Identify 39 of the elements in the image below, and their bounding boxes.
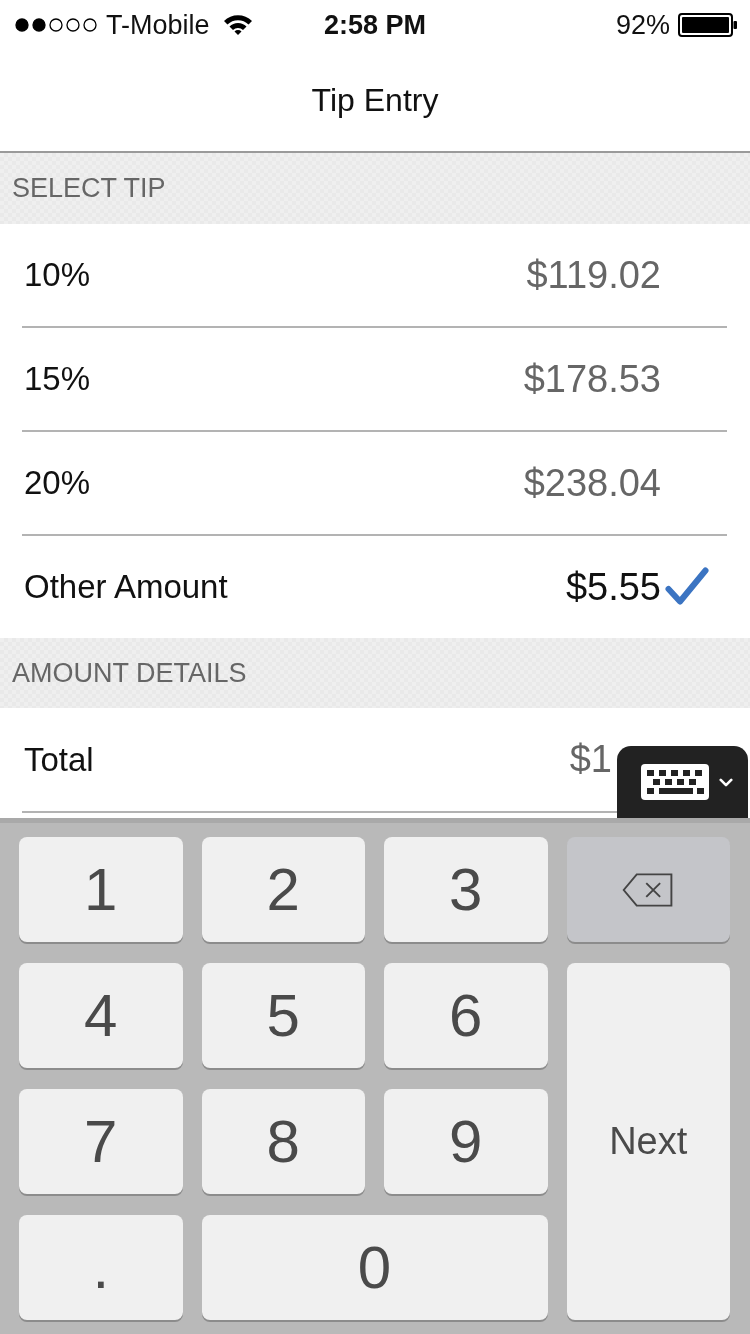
screen-title: Tip Entry bbox=[311, 82, 439, 119]
next-key[interactable]: Next bbox=[566, 963, 730, 1320]
digit-key[interactable]: 3 bbox=[384, 837, 548, 942]
option-label: Other Amount bbox=[24, 568, 229, 606]
digit-key[interactable]: 6 bbox=[384, 963, 548, 1068]
digit-key[interactable]: 4 bbox=[19, 963, 183, 1068]
detail-amount: $1 bbox=[569, 738, 612, 781]
option-amount: $238.04 bbox=[523, 461, 661, 505]
signal-icon bbox=[14, 17, 98, 33]
battery-percent: 92% bbox=[615, 9, 670, 41]
digit-key[interactable]: 0 bbox=[201, 1215, 548, 1320]
digit-key[interactable]: 9 bbox=[384, 1089, 548, 1194]
section-header: AMOUNT DETAILS bbox=[0, 638, 750, 708]
option-amount: $119.02 bbox=[526, 253, 661, 297]
battery-icon bbox=[678, 13, 738, 37]
digit-key[interactable]: 1 bbox=[19, 837, 183, 942]
tip-option[interactable]: 20% $238.04 bbox=[0, 432, 750, 534]
hide-keyboard-button[interactable] bbox=[617, 746, 748, 818]
decimal-key[interactable]: . bbox=[19, 1215, 183, 1320]
digit-key[interactable]: 5 bbox=[201, 963, 365, 1068]
digit-key[interactable]: 2 bbox=[201, 837, 365, 942]
option-label: 15% bbox=[24, 360, 92, 398]
detail-label: Total bbox=[24, 740, 95, 779]
backspace-icon bbox=[622, 871, 675, 908]
option-label: 20% bbox=[24, 464, 92, 502]
carrier-name: T-Mobile bbox=[106, 9, 210, 41]
option-amount: $5.55 bbox=[565, 565, 661, 609]
tip-option[interactable]: 15% $178.53 bbox=[0, 328, 750, 430]
digit-key[interactable]: 7 bbox=[19, 1089, 183, 1194]
digit-key[interactable]: 8 bbox=[201, 1089, 365, 1194]
option-label: 10% bbox=[24, 256, 92, 294]
chevron-down-icon bbox=[718, 777, 733, 787]
tip-option[interactable]: 10% $119.02 bbox=[0, 224, 750, 326]
status-time: 2:58 PM bbox=[324, 9, 426, 41]
tip-option[interactable]: Other Amount $5.55 bbox=[0, 536, 750, 638]
checkmark-icon bbox=[665, 567, 709, 607]
section-header: SELECT TIP bbox=[0, 153, 750, 224]
keyboard-icon bbox=[640, 764, 709, 800]
option-amount: $178.53 bbox=[523, 357, 661, 401]
